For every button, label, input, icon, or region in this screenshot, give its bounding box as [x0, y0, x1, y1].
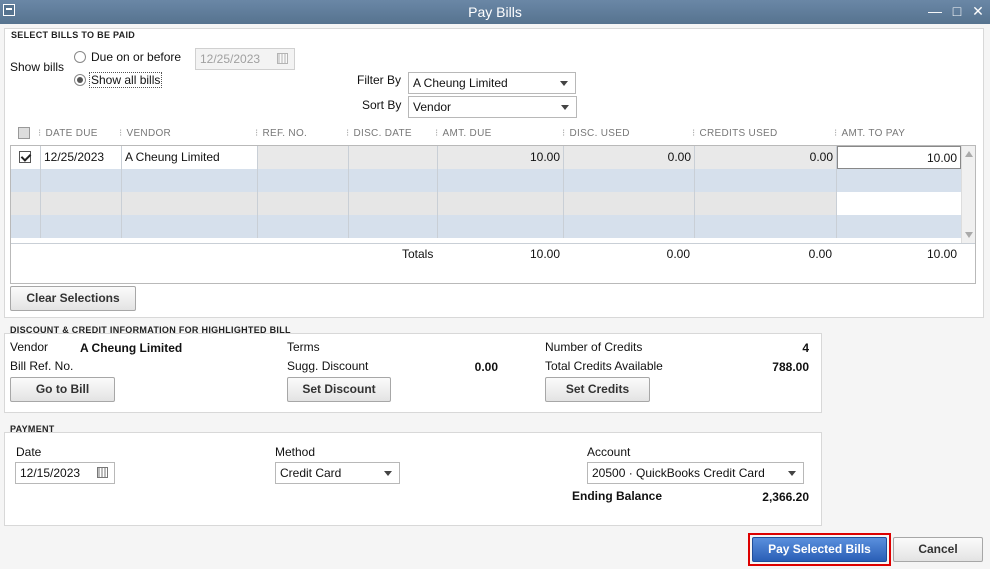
date-label: Date	[16, 445, 42, 459]
num-credits-value: 4	[802, 341, 809, 355]
header-date-due[interactable]: ⁝ DATE DUE	[38, 128, 98, 142]
total-credits-label: Total Credits Available	[545, 359, 663, 373]
payment-date-value: 12/15/2023	[20, 466, 81, 480]
terms-label: Terms	[287, 340, 320, 354]
header-amt-to-pay[interactable]: ⁝ AMT. TO PAY	[834, 128, 905, 142]
cell-disc-used[interactable]: 0.00	[564, 146, 695, 169]
due-date-field[interactable]: 12/25/2023	[195, 48, 295, 70]
header-credits-used[interactable]: ⁝ CREDITS USED	[692, 128, 778, 142]
sort-by-dropdown[interactable]: Vendor	[408, 96, 577, 118]
account-label: Account	[587, 445, 631, 459]
close-icon[interactable]: ✕	[969, 2, 987, 20]
total-amt-to-pay: 10.00	[926, 247, 957, 261]
due-date-value: 12/25/2023	[200, 52, 261, 66]
header-ref-no[interactable]: ⁝ REF. NO.	[255, 128, 307, 142]
due-on-or-before-label[interactable]: Due on or before	[91, 50, 181, 64]
show-all-bills-radio[interactable]	[74, 74, 86, 86]
cell-amt-due[interactable]: 10.00	[438, 146, 564, 169]
ending-balance-value: 2,366.20	[762, 490, 809, 504]
sugg-discount-value: 0.00	[474, 360, 498, 374]
filter-by-value: A Cheung Limited	[413, 76, 508, 90]
show-bills-label: Show bills	[10, 60, 65, 74]
cell-disc-date[interactable]	[349, 146, 438, 169]
window-title: Pay Bills	[468, 4, 522, 20]
account-value: 20500 · QuickBooks Credit Card	[592, 466, 765, 480]
set-discount-button[interactable]: Set Discount	[287, 377, 391, 402]
set-credits-button[interactable]: Set Credits	[545, 377, 650, 402]
scroll-down-icon[interactable]	[965, 232, 973, 238]
table-scrollbar[interactable]	[961, 146, 975, 243]
sort-by-value: Vendor	[413, 100, 452, 114]
table-row-empty	[11, 192, 961, 215]
calendar-icon[interactable]	[97, 467, 108, 478]
account-dropdown[interactable]: 20500 · QuickBooks Credit Card	[587, 462, 804, 484]
header-vendor[interactable]: ⁝ VENDOR	[119, 128, 171, 142]
scroll-up-icon[interactable]	[965, 151, 973, 157]
vendor-label: Vendor	[10, 340, 49, 354]
filter-by-dropdown[interactable]: A Cheung Limited	[408, 72, 576, 94]
sugg-discount-label: Sugg. Discount	[287, 359, 369, 373]
payment-section-title: PAYMENT	[10, 424, 55, 434]
cancel-button[interactable]: Cancel	[893, 537, 983, 562]
total-disc-used: 0.00	[666, 247, 690, 261]
num-credits-label: Number of Credits	[545, 340, 643, 354]
row-select-checkbox[interactable]	[19, 151, 31, 163]
due-on-or-before-radio[interactable]	[74, 51, 86, 63]
method-dropdown[interactable]: Credit Card	[275, 462, 400, 484]
cell-amt-to-pay[interactable]: 10.00	[837, 146, 961, 169]
total-amt-due: 10.00	[529, 247, 560, 261]
sort-by-label: Sort By	[362, 98, 402, 112]
header-amt-due[interactable]: ⁝ AMT. DUE	[435, 128, 492, 142]
method-label: Method	[275, 445, 316, 459]
pay-selected-bills-button[interactable]: Pay Selected Bills	[752, 537, 887, 562]
filter-by-label: Filter By	[357, 73, 402, 87]
total-credits-used: 0.00	[808, 247, 832, 261]
cell-vendor[interactable]: A Cheung Limited	[122, 146, 258, 169]
select-bills-section-title: SELECT BILLS TO BE PAID	[11, 30, 136, 40]
minimize-icon[interactable]: —	[926, 2, 944, 20]
clear-selections-button[interactable]: Clear Selections	[10, 286, 136, 311]
calendar-icon[interactable]	[277, 53, 288, 64]
table-row[interactable]: 12/25/2023 A Cheung Limited 10.00 0.00 0…	[11, 146, 961, 169]
method-value: Credit Card	[280, 466, 342, 480]
cell-date-due[interactable]: 12/25/2023	[41, 146, 122, 169]
maximize-icon[interactable]: □	[948, 2, 966, 20]
divider	[11, 243, 975, 244]
header-disc-date[interactable]: ⁝ DISC. DATE	[346, 128, 412, 142]
totals-label: Totals	[402, 247, 434, 261]
total-credits-value: 788.00	[772, 360, 809, 374]
table-row-empty	[11, 169, 961, 192]
cell-credits-used[interactable]: 0.00	[695, 146, 837, 169]
vendor-value: A Cheung Limited	[80, 341, 183, 355]
select-all-checkbox[interactable]	[18, 127, 30, 139]
bill-ref-label: Bill Ref. No.	[10, 359, 74, 373]
header-disc-used[interactable]: ⁝ DISC. USED	[562, 128, 630, 142]
payment-date-field[interactable]: 12/15/2023	[15, 462, 115, 484]
title-bar: Pay Bills — □ ✕	[0, 0, 990, 24]
ending-balance-label: Ending Balance	[572, 489, 663, 503]
discount-section-title: DISCOUNT & CREDIT INFORMATION FOR HIGHLI…	[10, 325, 291, 335]
show-all-bills-label[interactable]: Show all bills	[89, 72, 163, 88]
table-row-empty	[11, 215, 961, 238]
cell-ref-no[interactable]	[258, 146, 349, 169]
go-to-bill-button[interactable]: Go to Bill	[10, 377, 115, 402]
